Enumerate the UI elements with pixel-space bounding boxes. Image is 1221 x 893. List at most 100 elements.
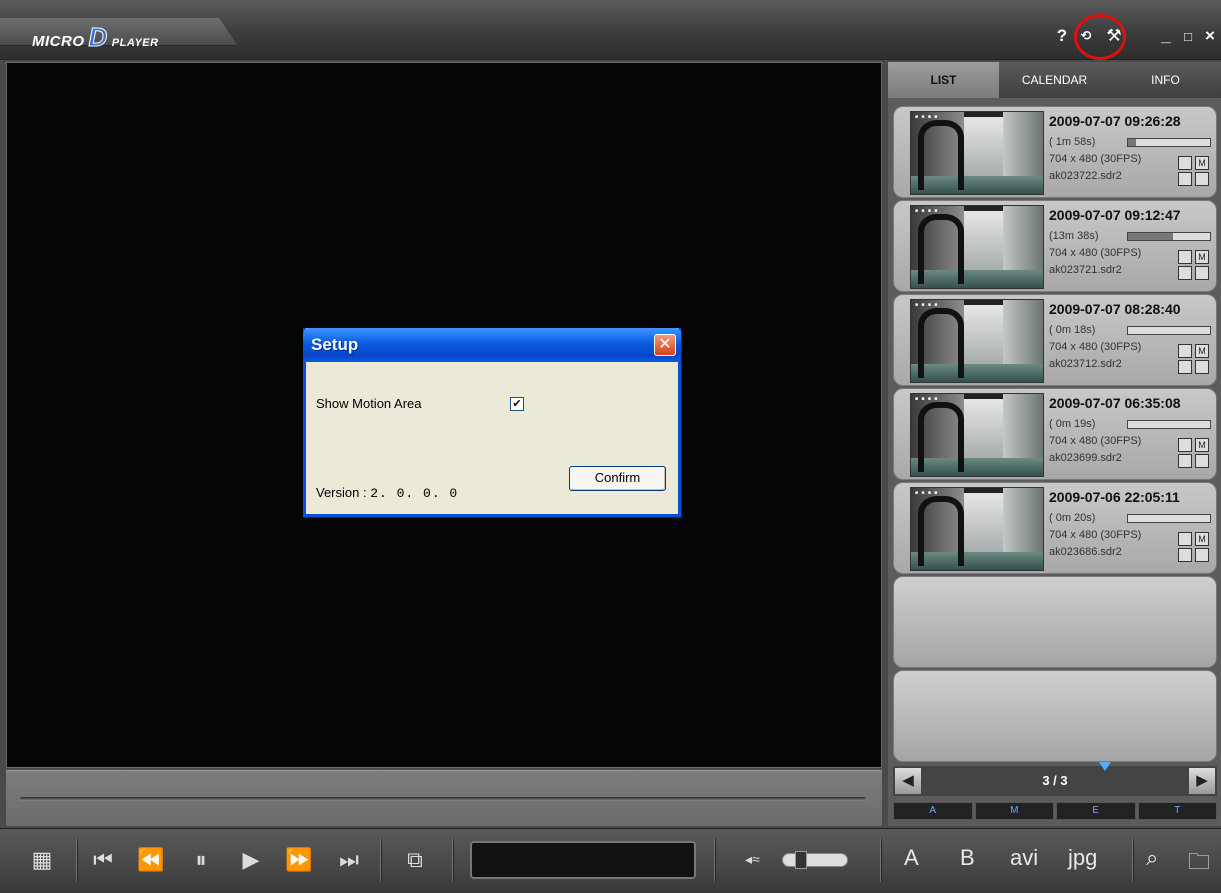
- version-label: Version : 2. 0. 0. 0: [316, 485, 458, 501]
- volume-knob[interactable]: [795, 851, 807, 869]
- highlight-circle: [1074, 14, 1126, 60]
- recording-panel: LIST CALENDAR INFO ■ ■ ■ ■ 2009-07-07 09…: [888, 62, 1221, 826]
- confirm-button[interactable]: Confirm: [569, 466, 666, 491]
- flag-box[interactable]: [1178, 266, 1192, 280]
- filter-tab-t[interactable]: T: [1137, 802, 1217, 820]
- recording-progress: [1127, 514, 1211, 523]
- next-track-icon[interactable]: ⏭: [332, 843, 366, 877]
- recording-item[interactable]: ■ ■ ■ ■ 2009-07-07 08:28:40 ( 0m 18s) 70…: [893, 294, 1217, 386]
- prev-track-icon[interactable]: ⏮: [86, 843, 120, 877]
- flag-box[interactable]: [1178, 548, 1192, 562]
- snapshot-icon[interactable]: ⧉: [398, 843, 432, 877]
- motion-flag-box[interactable]: M: [1195, 438, 1209, 452]
- divider: [880, 839, 881, 881]
- divider: [452, 839, 453, 881]
- pager: 3 / 3 ◀ ▶: [893, 762, 1217, 796]
- show-motion-area-checkbox[interactable]: ✔: [510, 397, 524, 411]
- flag-box[interactable]: [1195, 548, 1209, 562]
- page-marker-icon: [1099, 762, 1111, 771]
- prev-page-button[interactable]: ◀: [895, 768, 921, 794]
- mark-a-button[interactable]: A: [904, 845, 919, 871]
- recording-progress: [1127, 138, 1211, 147]
- rewind-icon[interactable]: ⏪: [134, 843, 168, 877]
- playback-controls: ▦ ⏮ ⏪ ⏸ ▶ ⏩ ⏭ ⧉ ◂≈ A B avi jpg ⌕ 🗀: [0, 828, 1221, 893]
- version-caption: Version :: [316, 485, 367, 500]
- recording-item[interactable]: ■ ■ ■ ■ 2009-07-07 09:26:28 ( 1m 58s) 70…: [893, 106, 1217, 198]
- recording-filename: ak023712.sdr2: [1049, 358, 1122, 370]
- flag-box[interactable]: [1178, 172, 1192, 186]
- recording-datetime: 2009-07-07 09:26:28: [1049, 113, 1181, 129]
- divider: [76, 839, 77, 881]
- recording-datetime: 2009-07-06 22:05:11: [1049, 489, 1180, 505]
- recording-resolution: 704 x 480 (30FPS): [1049, 153, 1142, 165]
- recording-thumbnail[interactable]: ■ ■ ■ ■: [910, 393, 1044, 477]
- search-icon[interactable]: ⌕: [1146, 845, 1158, 871]
- mark-b-button[interactable]: B: [960, 845, 975, 871]
- flag-box[interactable]: [1195, 360, 1209, 374]
- flag-box[interactable]: [1178, 454, 1192, 468]
- recording-datetime: 2009-07-07 08:28:40: [1049, 301, 1181, 317]
- help-icon[interactable]: ?: [1051, 26, 1073, 46]
- time-display: [470, 841, 696, 879]
- filter-tab-a[interactable]: A: [893, 802, 973, 820]
- flag-box[interactable]: [1178, 360, 1192, 374]
- tab-calendar[interactable]: CALENDAR: [999, 62, 1110, 98]
- recording-item[interactable]: ■ ■ ■ ■ 2009-07-06 22:05:11 ( 0m 20s) 70…: [893, 482, 1217, 574]
- flag-box[interactable]: [1178, 344, 1192, 358]
- dialog-close-button[interactable]: ✕: [654, 334, 676, 356]
- flag-box[interactable]: [1195, 266, 1209, 280]
- recording-duration: ( 0m 19s): [1049, 418, 1096, 430]
- dialog-title-bar[interactable]: Setup ✕: [303, 328, 681, 362]
- version-value: 2. 0. 0. 0: [370, 486, 459, 501]
- recording-item[interactable]: ■ ■ ■ ■ 2009-07-07 06:35:08 ( 0m 19s) 70…: [893, 388, 1217, 480]
- recording-duration: ( 0m 20s): [1049, 512, 1096, 524]
- recording-resolution: 704 x 480 (30FPS): [1049, 435, 1142, 447]
- export-jpg-button[interactable]: jpg: [1068, 845, 1097, 871]
- pause-icon[interactable]: ⏸: [184, 843, 218, 877]
- seek-slider[interactable]: [20, 797, 866, 801]
- recording-resolution: 704 x 480 (30FPS): [1049, 529, 1142, 541]
- divider: [714, 839, 715, 881]
- recording-list: ■ ■ ■ ■ 2009-07-07 09:26:28 ( 1m 58s) 70…: [893, 106, 1217, 576]
- title-bar: MICRO D PLAYER ? ⟲ ⚒ _ □ ×: [0, 0, 1221, 60]
- filter-tab-m[interactable]: M: [974, 802, 1054, 820]
- motion-flag-box[interactable]: M: [1195, 532, 1209, 546]
- speaker-icon[interactable]: ◂≈: [745, 851, 760, 868]
- fast-forward-icon[interactable]: ⏩: [282, 843, 316, 877]
- recording-thumbnail[interactable]: ■ ■ ■ ■: [910, 111, 1044, 195]
- motion-flag-box[interactable]: M: [1195, 344, 1209, 358]
- close-button[interactable]: ×: [1199, 26, 1221, 46]
- flag-box[interactable]: [1195, 172, 1209, 186]
- filter-tab-e[interactable]: E: [1056, 802, 1136, 820]
- app-logo: MICRO D PLAYER: [32, 22, 159, 53]
- divider: [380, 839, 381, 881]
- play-icon[interactable]: ▶: [234, 843, 268, 877]
- export-avi-button[interactable]: avi: [1010, 845, 1038, 871]
- dialog-body: Show Motion Area ✔ Version : 2. 0. 0. 0 …: [306, 362, 678, 514]
- minimize-button[interactable]: _: [1155, 26, 1177, 46]
- recording-resolution: 704 x 480 (30FPS): [1049, 341, 1142, 353]
- recording-filename: ak023686.sdr2: [1049, 546, 1122, 558]
- maximize-button[interactable]: □: [1177, 29, 1199, 44]
- open-folder-icon[interactable]: 🗀: [1188, 845, 1210, 883]
- flag-box[interactable]: [1178, 532, 1192, 546]
- recording-datetime: 2009-07-07 06:35:08: [1049, 395, 1181, 411]
- volume-slider[interactable]: [782, 851, 848, 869]
- next-page-button[interactable]: ▶: [1189, 768, 1215, 794]
- tab-list[interactable]: LIST: [888, 62, 999, 98]
- recording-duration: (13m 38s): [1049, 230, 1099, 242]
- empty-list-slot: [893, 670, 1217, 762]
- motion-flag-box[interactable]: M: [1195, 156, 1209, 170]
- recording-filename: ak023699.sdr2: [1049, 452, 1122, 464]
- flag-box[interactable]: [1195, 454, 1209, 468]
- recording-thumbnail[interactable]: ■ ■ ■ ■: [910, 205, 1044, 289]
- recording-thumbnail[interactable]: ■ ■ ■ ■: [910, 487, 1044, 571]
- recording-item[interactable]: ■ ■ ■ ■ 2009-07-07 09:12:47 (13m 38s) 70…: [893, 200, 1217, 292]
- tab-info[interactable]: INFO: [1110, 62, 1221, 98]
- flag-box[interactable]: [1178, 250, 1192, 264]
- flag-box[interactable]: [1178, 156, 1192, 170]
- recording-thumbnail[interactable]: ■ ■ ■ ■: [910, 299, 1044, 383]
- grid-layout-icon[interactable]: ▦: [22, 843, 62, 877]
- motion-flag-box[interactable]: M: [1195, 250, 1209, 264]
- flag-box[interactable]: [1178, 438, 1192, 452]
